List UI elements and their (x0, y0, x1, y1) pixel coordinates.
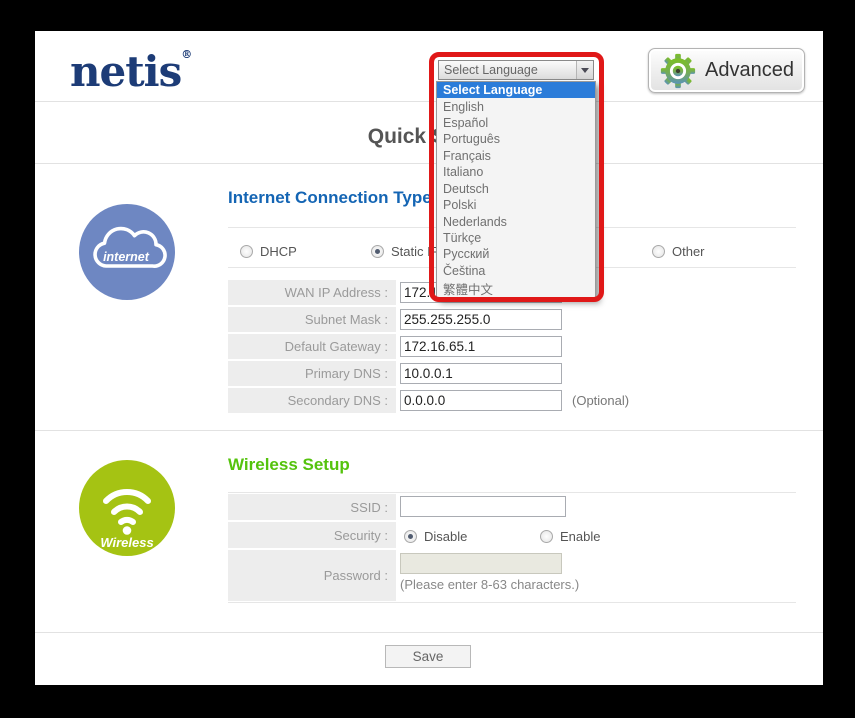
secondary-dns-label: Secondary DNS : (228, 388, 396, 413)
language-option[interactable]: Español (437, 115, 595, 131)
optional-note: (Optional) (572, 393, 630, 408)
form-row-primary-dns: Primary DNS : (228, 361, 796, 386)
screen-frame: netis® Advanced Select Language Select L… (0, 0, 855, 718)
form-row-default-gateway: Default Gateway : (228, 334, 796, 359)
language-option[interactable]: Deutsch (437, 181, 595, 197)
svg-text:internet: internet (103, 250, 150, 264)
radio-dhcp[interactable]: DHCP (240, 243, 297, 261)
radio-label-dhcp[interactable]: DHCP (260, 244, 297, 259)
radio-button-dhcp[interactable] (240, 245, 253, 258)
primary-dns-input[interactable] (400, 363, 562, 384)
wireless-form-bottom-divider (228, 602, 796, 603)
internet-icon: internet (79, 204, 175, 300)
radio-button-static-ip[interactable] (371, 245, 384, 258)
radio-other[interactable]: Other (652, 243, 705, 261)
form-row-subnet-mask: Subnet Mask : (228, 307, 796, 332)
password-label: Password : (228, 550, 396, 601)
save-button[interactable]: Save (385, 645, 471, 668)
radio-button-enable[interactable] (540, 530, 553, 543)
internet-section-heading: Internet Connection Type (228, 188, 432, 207)
language-option[interactable]: English (437, 98, 595, 114)
language-select-value: Select Language (444, 63, 538, 77)
footer-divider (35, 632, 823, 633)
password-hint: (Please enter 8-63 characters.) (400, 577, 580, 592)
form-row-ssid: SSID : (228, 494, 796, 520)
wireless-section-heading: Wireless Setup (228, 455, 350, 474)
language-select[interactable]: Select Language (438, 60, 594, 80)
svg-text:Wireless: Wireless (100, 535, 153, 550)
gear-icon (660, 53, 696, 88)
radio-security-enable[interactable]: Enable (540, 528, 600, 546)
radio-label-static-ip[interactable]: Static IP (391, 244, 439, 259)
wireless-form-top-divider (228, 492, 796, 493)
ssid-label: SSID : (228, 494, 396, 520)
language-option[interactable]: Türkçe (437, 230, 595, 246)
radio-label-disable[interactable]: Disable (424, 529, 467, 544)
title-divider (35, 163, 823, 164)
wireless-icon: Wireless (79, 460, 175, 556)
router-setup-page: netis® Advanced Select Language Select L… (35, 31, 823, 685)
page-title: Quick Setup (367, 125, 491, 148)
registered-mark: ® (181, 48, 193, 61)
language-option[interactable]: Italiano (437, 164, 595, 180)
language-option[interactable]: Select Language (437, 82, 595, 99)
form-row-security: Security : Disable Enable (228, 522, 796, 548)
language-dropdown-list: Select Language English Español Portuguê… (436, 81, 596, 299)
advanced-button-label: Advanced (705, 59, 794, 81)
chevron-down-icon (581, 67, 589, 73)
default-gateway-input[interactable] (400, 336, 562, 357)
language-option[interactable]: Português (437, 131, 595, 147)
form-row-secondary-dns: Secondary DNS : (Optional) (228, 388, 796, 413)
radio-button-disable[interactable] (404, 530, 417, 543)
wan-ip-label: WAN IP Address : (228, 280, 396, 305)
radio-label-other[interactable]: Other (672, 244, 705, 259)
ssid-input[interactable] (400, 496, 566, 517)
subnet-mask-label: Subnet Mask : (228, 307, 396, 332)
language-option[interactable]: 繁體中文 (437, 279, 595, 298)
section-divider (35, 430, 823, 431)
netis-logo-text: netis (70, 47, 182, 96)
radio-label-enable[interactable]: Enable (560, 529, 600, 544)
language-option[interactable]: Français (437, 148, 595, 164)
language-option[interactable]: Polski (437, 197, 595, 213)
title-band: Quick Setup (35, 101, 823, 163)
primary-dns-label: Primary DNS : (228, 361, 396, 386)
radio-static-ip[interactable]: Static IP (371, 243, 439, 261)
security-label: Security : (228, 522, 396, 548)
password-input[interactable] (400, 553, 562, 574)
radio-button-other[interactable] (652, 245, 665, 258)
subnet-mask-input[interactable] (400, 309, 562, 330)
secondary-dns-input[interactable] (400, 390, 562, 411)
form-row-password: Password : (Please enter 8-63 characters… (228, 550, 796, 601)
advanced-button[interactable]: Advanced (648, 48, 805, 93)
language-option[interactable]: Русский (437, 246, 595, 262)
language-option[interactable]: Nederlands (437, 213, 595, 229)
select-arrow-zone[interactable] (576, 61, 593, 79)
default-gateway-label: Default Gateway : (228, 334, 396, 359)
radio-security-disable[interactable]: Disable (404, 528, 467, 546)
language-option[interactable]: Čeština (437, 263, 595, 279)
netis-logo: netis® (70, 47, 192, 96)
